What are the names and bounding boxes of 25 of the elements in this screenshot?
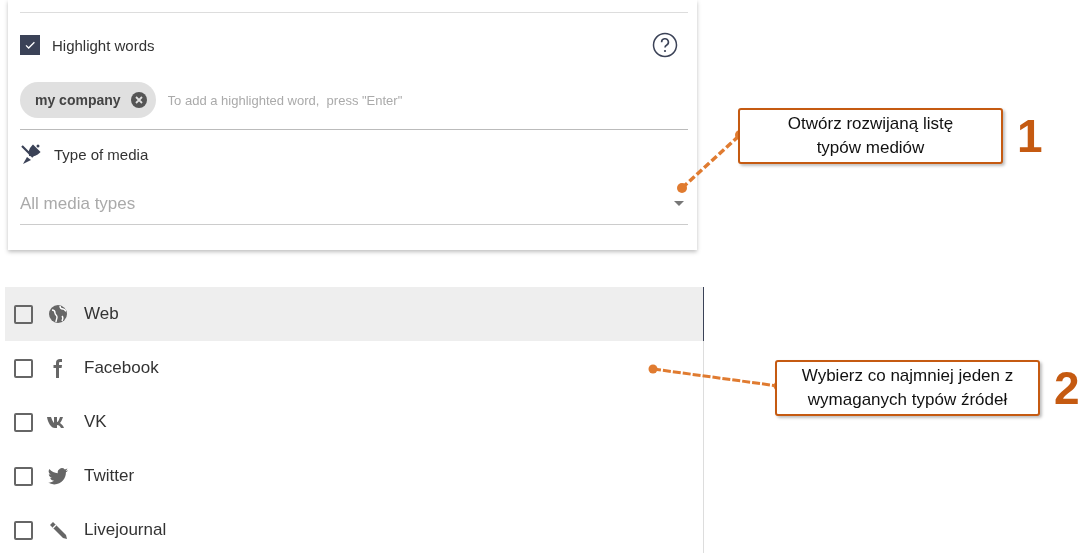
globe-icon: [48, 304, 68, 324]
checkbox[interactable]: [14, 466, 33, 486]
dropdown-caret-icon: [674, 201, 684, 207]
checkbox-label: Highlight words: [52, 36, 155, 54]
checkbox[interactable]: [20, 35, 40, 55]
satellite-dish-icon: [20, 143, 42, 165]
media-type-option[interactable]: Facebook: [5, 341, 703, 395]
checkbox[interactable]: [14, 304, 33, 324]
tag-chip[interactable]: my company: [20, 82, 156, 118]
checkbox[interactable]: [14, 412, 33, 432]
checkbox[interactable]: [14, 520, 33, 540]
section-label: Type of media: [54, 145, 149, 163]
remove-icon[interactable]: [129, 91, 148, 109]
callout-note: Otwórz rozwijaną listę typów mediów: [738, 108, 1003, 164]
pencil-icon: [48, 520, 68, 540]
media-type-option[interactable]: Livejournal: [5, 503, 703, 553]
media-type-option[interactable]: Twitter: [5, 449, 703, 503]
step-number: 2: [1054, 365, 1080, 411]
media-type-option[interactable]: VK: [5, 395, 703, 449]
checkbox[interactable]: [14, 358, 33, 378]
callout-note: Wybierz co najmniej jeden z wymaganych typów źródeł: [775, 360, 1040, 416]
step-number: 1: [1017, 113, 1043, 159]
media-type-option[interactable]: Web: [5, 287, 704, 341]
help-icon[interactable]: [652, 32, 678, 58]
bird-icon: [48, 467, 68, 485]
